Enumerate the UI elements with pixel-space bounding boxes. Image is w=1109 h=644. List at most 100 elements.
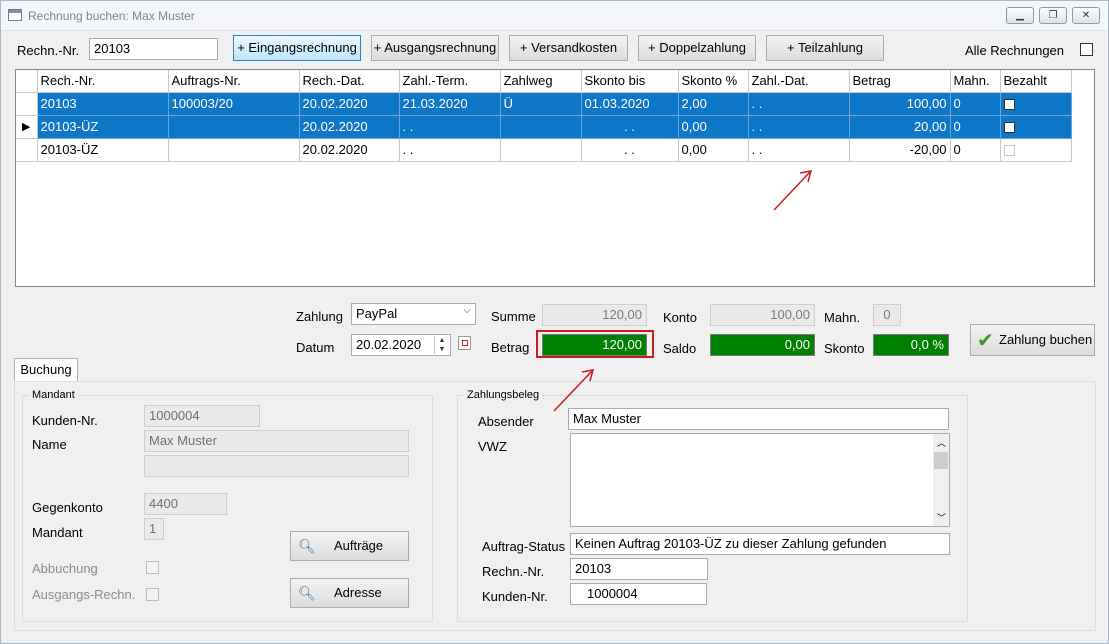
scrollbar-thumb[interactable] <box>934 452 948 469</box>
spin-down-icon[interactable]: ▼ <box>439 346 446 353</box>
column-header[interactable]: Auftrags-Nr. <box>168 70 300 93</box>
saldo-label: Saldo <box>663 341 697 356</box>
absender-input[interactable]: Max Muster <box>568 408 949 430</box>
cell-auftrags-nr <box>168 115 300 139</box>
title-bar: Rechnung buchen: Max Muster ▁ ❐ ✕ <box>1 1 1108 31</box>
datum-input[interactable]: 20.02.2020 ▲ ▼ <box>351 334 451 356</box>
auftraege-button[interactable]: 🔍︎ Aufträge <box>290 531 409 561</box>
cell-zahlweg: Ü <box>500 92 582 116</box>
date-spinner[interactable]: ▲ ▼ <box>434 336 449 354</box>
row-indicator: ▶ <box>16 115 38 139</box>
column-header[interactable]: Bezahlt <box>1000 70 1072 93</box>
gegenkonto-label: Gegenkonto <box>32 500 103 515</box>
column-header[interactable]: Betrag <box>849 70 951 93</box>
cell-skonto-pct: 2,00 <box>678 92 749 116</box>
zahlung-select[interactable]: PayPal ⌵ <box>351 303 476 325</box>
column-header[interactable]: Skonto bis <box>581 70 679 93</box>
vwz-label: VWZ <box>478 439 507 454</box>
cell-skonto-pct: 0,00 <box>678 115 749 139</box>
abbuchung-label: Abbuchung <box>32 561 98 576</box>
skonto-field: 0,0 % <box>873 334 949 356</box>
annotation-arrow-icon <box>553 369 595 412</box>
zahlung-label: Zahlung <box>296 309 343 324</box>
cell-mahn: 0 <box>950 115 1001 139</box>
column-header[interactable]: Rech.-Dat. <box>299 70 400 93</box>
auftrag-status-field[interactable]: Keinen Auftrag 20103-ÜZ zu dieser Zahlun… <box>570 533 950 555</box>
cell-zahl-dat: . . <box>748 138 850 162</box>
cell-zahl-dat: . . <box>748 92 850 116</box>
abbuchung-checkbox[interactable] <box>146 561 159 574</box>
vwz-textarea[interactable]: ︿ ﹀ <box>570 433 950 527</box>
cell-skonto-bis: . . <box>581 138 679 162</box>
highlight-box <box>536 330 654 358</box>
cell-mahn: 0 <box>950 92 1001 116</box>
bezahlt-checkbox[interactable] <box>1003 99 1015 111</box>
bezahlt-checkbox[interactable] <box>1003 122 1015 134</box>
minimize-button[interactable]: ▁ <box>1006 7 1034 24</box>
alle-rechnungen-checkbox[interactable] <box>1080 43 1093 56</box>
table-row[interactable]: 20103 100003/20 20.02.2020 21.03.2020 Ü … <box>16 92 1072 116</box>
restore-button[interactable]: ❐ <box>1039 7 1067 24</box>
mandant-group-title: Mandant <box>29 389 78 401</box>
column-header[interactable]: Zahlweg <box>500 70 582 93</box>
table-row[interactable]: ▶ 20103-ÜZ 20.02.2020 . . . . 0,00 . . 2… <box>16 115 1072 139</box>
zahlung-buchen-button[interactable]: ✔ Zahlung buchen <box>970 324 1095 356</box>
column-header[interactable]: Rech.-Nr. <box>37 70 169 93</box>
summe-field: 120,00 <box>542 304 647 326</box>
cell-betrag: -20,00 <box>849 138 951 162</box>
cell-rech-dat: 20.02.2020 <box>299 138 400 162</box>
cell-betrag: 100,00 <box>849 92 951 116</box>
mandant-field: 1 <box>144 518 164 540</box>
mahn-label: Mahn. <box>824 310 861 325</box>
doppelzahlung-button[interactable]: + Doppelzahlung <box>638 35 756 61</box>
close-icon: ✕ <box>1081 10 1091 21</box>
adresse-button[interactable]: 🔍︎ Adresse <box>290 578 409 608</box>
adresse-label: Adresse <box>334 585 382 600</box>
annotation-arrow-icon <box>773 170 813 211</box>
row-indicator <box>16 92 38 116</box>
mahn-field: 0 <box>873 304 901 326</box>
datum-label: Datum <box>296 340 335 355</box>
auftraege-label: Aufträge <box>334 538 384 553</box>
teilzahlung-button[interactable]: + Teilzahlung <box>766 35 884 61</box>
column-header[interactable]: Mahn. <box>950 70 1001 93</box>
table-row[interactable]: 20103-ÜZ 20.02.2020 . . . . 0,00 . . -20… <box>16 138 1072 162</box>
zahlung-buchen-label: Zahlung buchen <box>999 332 1093 347</box>
calendar-icon[interactable] <box>458 336 471 350</box>
close-button[interactable]: ✕ <box>1072 7 1100 24</box>
eingangsrechnung-button[interactable]: + Eingangsrechnung <box>233 35 361 61</box>
scroll-down-icon[interactable]: ﹀ <box>937 511 946 524</box>
chevron-down-icon: ⌵ <box>463 305 471 316</box>
name2-field <box>144 455 409 477</box>
column-header[interactable]: Zahl.-Dat. <box>748 70 850 93</box>
cell-skonto-bis: . . <box>581 115 679 139</box>
kunden-nr-beleg-input[interactable]: 1000004 <box>570 583 707 605</box>
column-header[interactable]: Zahl.-Term. <box>399 70 501 93</box>
column-header[interactable]: Skonto % <box>678 70 749 93</box>
bezahlt-checkbox[interactable] <box>1003 145 1015 157</box>
konto-label: Konto <box>663 310 697 325</box>
rechn-nr-input[interactable]: 20103 <box>89 38 218 60</box>
rechn-nr-beleg-input[interactable]: 20103 <box>570 558 708 580</box>
gegenkonto-field: 4400 <box>144 493 227 515</box>
betrag-label: Betrag <box>491 340 530 355</box>
versandkosten-button[interactable]: + Versandkosten <box>509 35 628 61</box>
tab-buchung[interactable]: Buchung <box>14 358 78 382</box>
cell-betrag: 20,00 <box>849 115 951 139</box>
cell-skonto-bis: 01.03.2020 <box>581 92 679 116</box>
cell-bezahlt <box>1000 138 1072 162</box>
ausgangs-rechn-label: Ausgangs-Rechn. <box>32 587 136 602</box>
magnifier-icon: 🔍︎ <box>298 538 316 554</box>
invoice-grid[interactable]: Rech.-Nr. Auftrags-Nr. Rech.-Dat. Zahl.-… <box>15 69 1095 287</box>
main-window: Rechnung buchen: Max Muster ▁ ❐ ✕ Rechn.… <box>0 0 1109 644</box>
cell-zahlweg <box>500 115 582 139</box>
vwz-scrollbar[interactable]: ︿ ﹀ <box>933 434 949 526</box>
ausgangs-rechn-checkbox[interactable] <box>146 588 159 601</box>
cell-auftrags-nr: 100003/20 <box>168 92 300 116</box>
cell-auftrags-nr <box>168 138 300 162</box>
rechn-nr-beleg-label: Rechn.-Nr. <box>482 564 545 579</box>
scroll-up-icon[interactable]: ︿ <box>937 436 946 449</box>
ausgangsrechnung-button[interactable]: + Ausgangsrechnung <box>371 35 499 61</box>
kunden-nr-beleg-label: Kunden-Nr. <box>482 589 548 604</box>
spin-up-icon[interactable]: ▲ <box>439 337 446 344</box>
